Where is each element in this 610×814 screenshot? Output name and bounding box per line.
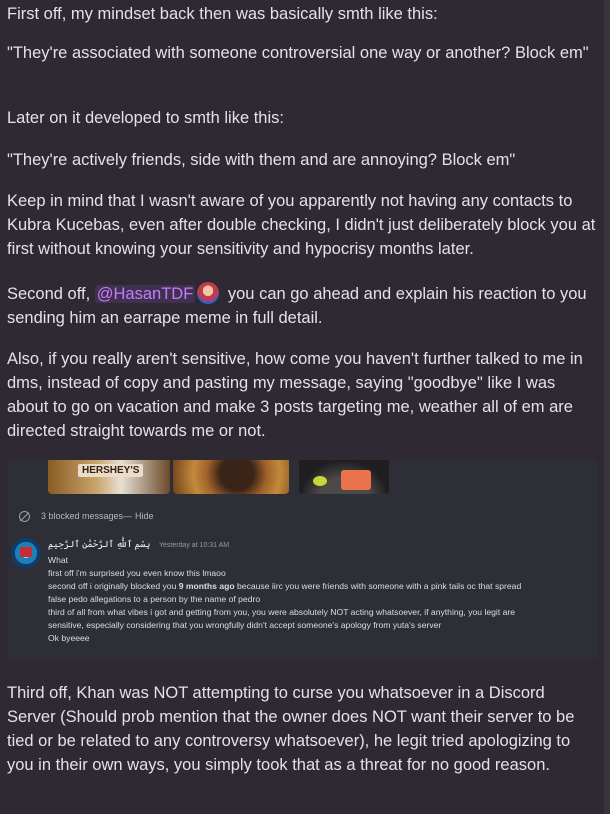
paragraph-3: Later on it developed to smth like this:	[7, 109, 284, 127]
message-line: third of all from what vibes i got and g…	[48, 607, 516, 617]
lime-shape	[313, 476, 327, 486]
blocked-label: 3 blocked messages	[41, 511, 124, 521]
paragraph-6: Second off, @HasanTDF you can go ahead a…	[7, 282, 597, 330]
blocked-messages-row: 3 blocked messages — Hide	[19, 508, 154, 524]
plate-image-thumbnail	[299, 460, 389, 494]
message-line: What	[48, 555, 69, 565]
paragraph-6-start: Second off,	[7, 285, 95, 303]
avatar[interactable]	[11, 538, 41, 568]
blocked-icon	[19, 510, 30, 522]
chocolate-image-thumbnail: HERSHEY'S	[48, 460, 170, 494]
paragraph-1: First off, my mindset back then was basi…	[7, 5, 438, 23]
blocked-separator: —	[123, 511, 133, 521]
author-name[interactable]: بِسْمِ ٱللَّٰهِ ٱلرَّحْمَٰنِ ٱلرَّحِيمِ	[48, 539, 150, 549]
food-image-thumbnail	[173, 460, 289, 494]
thumb-brand-text: HERSHEY'S	[78, 464, 144, 477]
hide-link[interactable]: Hide	[135, 511, 154, 521]
paragraph-8: Third off, Khan was NOT attempting to cu…	[7, 684, 575, 774]
embedded-screenshot[interactable]: HERSHEY'S 3 blocked messages — Hide بِسْ…	[7, 460, 598, 659]
paragraph-7: Also, if you really aren't sensitive, ho…	[7, 350, 583, 440]
message-line: sensitive, especially considering that y…	[48, 620, 442, 630]
scrollbar-track[interactable]	[604, 0, 610, 814]
message-body: What first off i'm surprised you even kn…	[48, 554, 593, 645]
message-bold-text: 9 months ago	[178, 581, 235, 591]
message-timestamp: Yesterday at 10:31 AM	[158, 542, 230, 549]
message-line-end: because iirc you were friends with someo…	[234, 581, 522, 591]
message-line: false pedo allegations to a person by th…	[48, 594, 261, 604]
paragraph-5: Keep in mind that I wasn't aware of you …	[7, 192, 596, 258]
salmon-shape	[341, 470, 371, 490]
message-line: first off i'm surprised you even know th…	[48, 568, 226, 578]
message-header: بِسْمِ ٱللَّٰهِ ٱلرَّحْمَٰنِ ٱلرَّحِيمِ …	[48, 539, 229, 550]
message-line-start: second off i originally blocked you	[48, 581, 179, 591]
mention-avatar-icon	[197, 282, 220, 304]
user-mention[interactable]: @HasanTDF	[94, 285, 196, 303]
message-line: second off i originally blocked you 9 mo…	[48, 580, 593, 593]
message-line: Ok byeeee	[48, 633, 90, 643]
paragraph-2: "They're associated with someone controv…	[7, 44, 589, 62]
paragraph-4: "They're actively friends, side with the…	[7, 151, 516, 169]
